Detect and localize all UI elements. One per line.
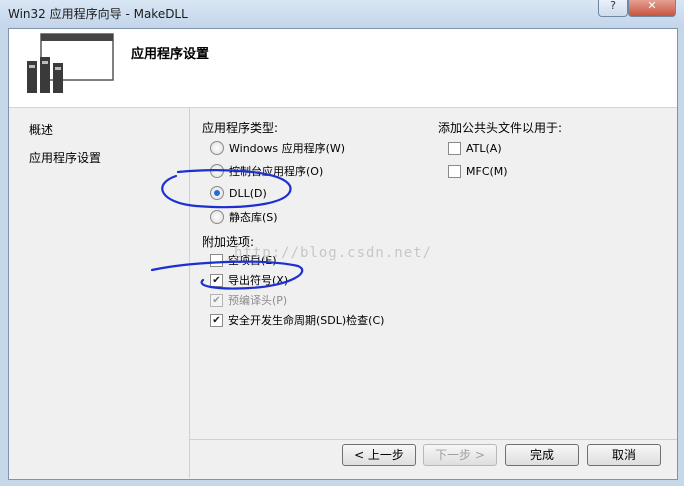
checkmark-icon[interactable]: ✔ — [210, 273, 223, 287]
checkbox-label: 预编译头(P) — [228, 294, 288, 307]
checkbox-box[interactable] — [448, 165, 461, 178]
radio-label: DLL(D) — [229, 186, 267, 200]
radio-console-app[interactable]: 控制台应用程序(O) — [210, 163, 323, 179]
checkbox-label: 导出符号(X) — [228, 274, 289, 287]
checkbox-precompiled-header: ✔ 预编译头(P) — [210, 292, 287, 308]
checkmark-icon[interactable]: ✔ — [210, 313, 223, 327]
close-button[interactable]: ✕ — [628, 0, 676, 17]
radio-circle[interactable] — [210, 164, 224, 178]
button-separator — [190, 439, 677, 440]
radio-windows-app[interactable]: Windows 应用程序(W) — [210, 140, 345, 156]
cancel-button[interactable]: 取消 — [587, 444, 661, 466]
checkbox-export-symbols[interactable]: ✔ 导出符号(X) — [210, 272, 288, 288]
radio-dll[interactable]: DLL(D) — [210, 186, 267, 200]
nav-item-app-settings[interactable]: 应用程序设置 — [29, 149, 101, 166]
radio-static-lib[interactable]: 静态库(S) — [210, 209, 278, 225]
checkmark-icon: ✔ — [210, 293, 223, 307]
radio-label: 控制台应用程序(O) — [229, 165, 324, 178]
wizard-icon — [27, 33, 114, 93]
prev-button[interactable]: < 上一步 — [342, 444, 416, 466]
checkbox-box[interactable] — [210, 253, 223, 267]
radio-circle-selected[interactable] — [210, 186, 224, 200]
wizard-nav: 概述 应用程序设置 — [9, 108, 190, 478]
window-title: Win32 应用程序向导 - MakeDLL — [8, 7, 188, 21]
finish-button[interactable]: 完成 — [505, 444, 579, 466]
radio-label: 静态库(S) — [229, 211, 278, 224]
watermark: http://blog.csdn.net/ — [234, 245, 433, 261]
radio-label: Windows 应用程序(W) — [229, 142, 346, 155]
checkbox-label: MFC(M) — [466, 165, 508, 178]
nav-item-overview[interactable]: 概述 — [29, 121, 53, 138]
checkbox-mfc[interactable]: MFC(M) — [448, 165, 508, 178]
radio-circle[interactable] — [210, 210, 224, 224]
app-type-heading: 应用程序类型: — [202, 121, 279, 135]
checkbox-box[interactable] — [448, 142, 461, 155]
radio-circle[interactable] — [210, 141, 224, 155]
help-button[interactable]: ? — [598, 0, 628, 17]
title-bar: Win32 应用程序向导 - MakeDLL ? ✕ — [0, 0, 684, 28]
wizard-header: 应用程序设置 — [9, 29, 677, 108]
next-button: 下一步 > — [423, 444, 497, 466]
page-title: 应用程序设置 — [131, 47, 210, 62]
checkbox-atl[interactable]: ATL(A) — [448, 142, 502, 155]
headers-for-heading: 添加公共头文件以用于: — [438, 121, 563, 135]
settings-panel: 应用程序类型: Windows 应用程序(W) 控制台应用程序(O) DLL(D… — [190, 108, 677, 438]
checkbox-label: ATL(A) — [466, 142, 502, 155]
checkbox-sdl-checks[interactable]: ✔ 安全开发生命周期(SDL)检查(C) — [210, 312, 384, 328]
checkbox-label: 安全开发生命周期(SDL)检查(C) — [228, 314, 385, 327]
